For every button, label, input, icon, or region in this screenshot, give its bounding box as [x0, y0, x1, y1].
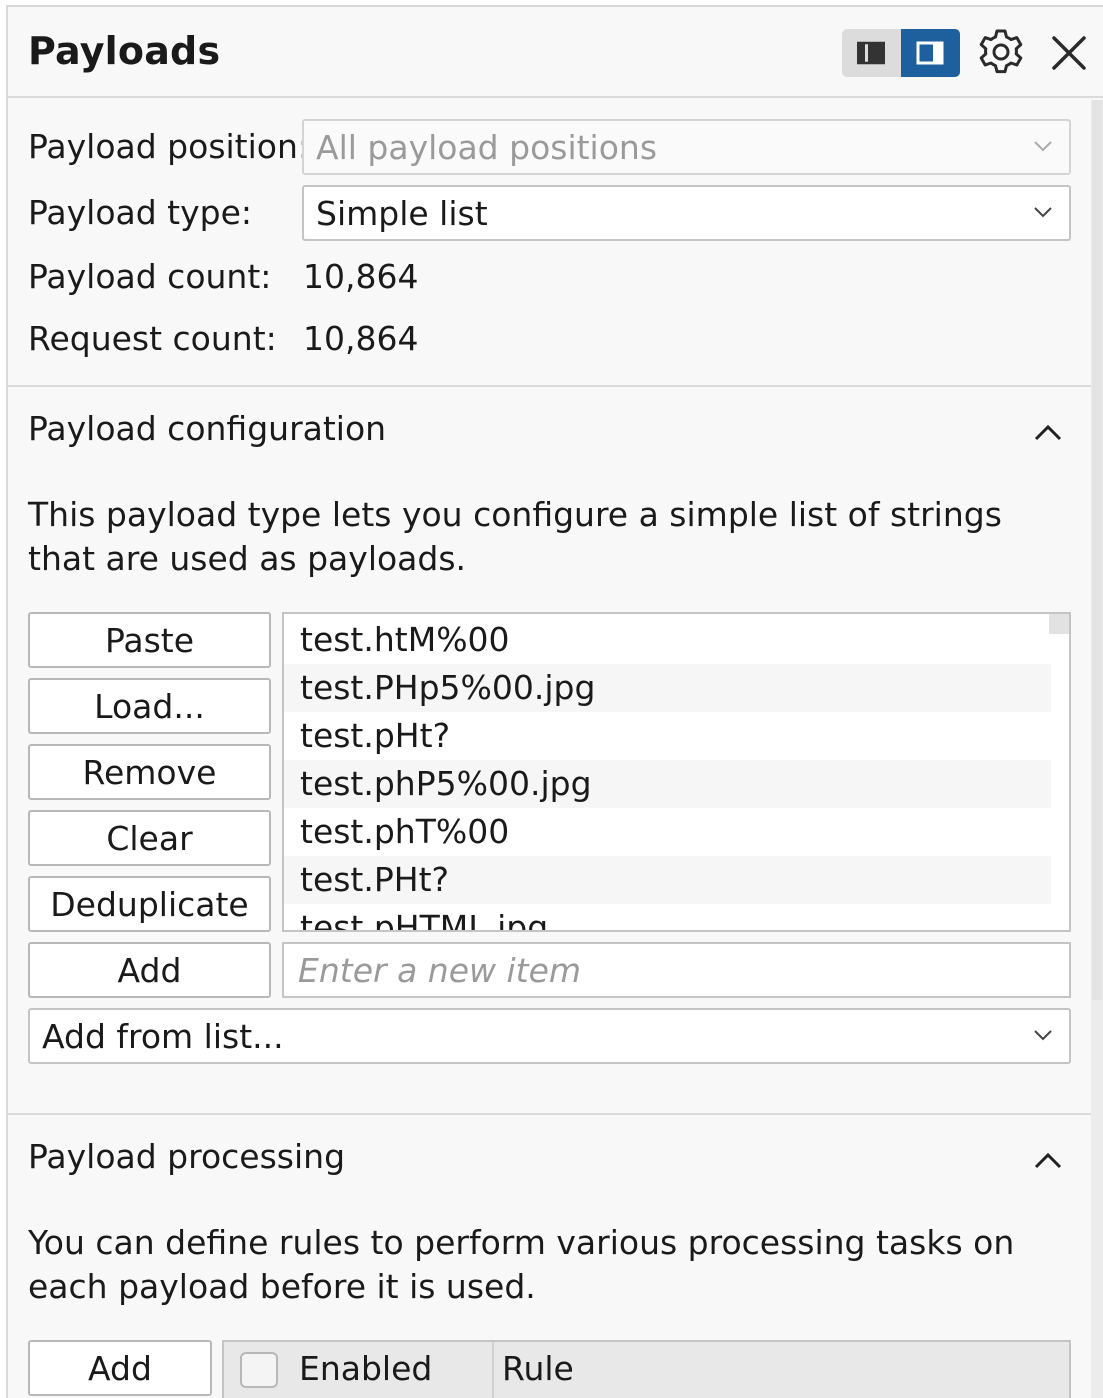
- payload-type-label: Payload type:: [28, 193, 253, 232]
- payload-processing-description: You can define rules to perform various …: [28, 1223, 1015, 1306]
- list-item[interactable]: test.pHTML.jpg: [284, 904, 1051, 930]
- payload-position-select[interactable]: All payload positions: [302, 119, 1071, 175]
- new-item-input[interactable]: [282, 942, 1071, 998]
- chevron-up-icon: [1034, 424, 1062, 441]
- list-item[interactable]: test.phP5%00.jpg: [284, 760, 1051, 808]
- layout-toggle: [842, 29, 960, 77]
- enabled-column-header[interactable]: Enabled: [299, 1349, 432, 1388]
- close-icon: [1052, 36, 1086, 70]
- payload-configuration-description: This payload type lets you configure a s…: [28, 495, 1002, 578]
- chevron-down-icon: [1034, 1030, 1052, 1041]
- clear-button[interactable]: Clear: [28, 810, 271, 866]
- payload-count-value: 10,864: [303, 257, 419, 296]
- payload-processing-title: Payload processing: [28, 1137, 346, 1176]
- payload-type-select[interactable]: Simple list: [302, 185, 1071, 241]
- payload-position-label: Payload position:: [28, 127, 310, 166]
- collapse-configuration-button[interactable]: [1028, 417, 1068, 447]
- column-separator[interactable]: [492, 1342, 494, 1398]
- list-item[interactable]: test.PHp5%00.jpg: [284, 664, 1051, 712]
- deduplicate-button[interactable]: Deduplicate: [28, 876, 271, 932]
- payloads-panel: Payloads Payload position: All payload p…: [6, 5, 1103, 1398]
- sidebar-layout-icon: [857, 41, 885, 65]
- panel-header: Payloads: [8, 7, 1103, 98]
- payload-list[interactable]: test.htM%00 test.PHp5%00.jpg test.pHt? t…: [282, 612, 1071, 932]
- remove-button[interactable]: Remove: [28, 744, 271, 800]
- enabled-checkbox[interactable]: [240, 1352, 278, 1388]
- add-item-button[interactable]: Add: [28, 942, 271, 998]
- list-item[interactable]: test.htM%00: [284, 616, 1051, 664]
- paste-button[interactable]: Paste: [28, 612, 271, 668]
- add-rule-button[interactable]: Add: [28, 1340, 212, 1396]
- gear-icon: [979, 29, 1023, 74]
- chevron-down-icon: [1034, 207, 1052, 218]
- panel-title: Payloads: [28, 29, 221, 73]
- collapse-processing-button[interactable]: [1028, 1145, 1068, 1175]
- list-item[interactable]: test.pHt?: [284, 712, 1051, 760]
- payload-position-value: All payload positions: [316, 128, 658, 167]
- payload-configuration-title: Payload configuration: [28, 409, 387, 448]
- chevron-down-icon: [1034, 141, 1052, 152]
- rule-column-header[interactable]: Rule: [502, 1349, 574, 1388]
- payload-count-label: Payload count:: [28, 257, 272, 296]
- payload-type-value: Simple list: [316, 194, 488, 233]
- panel-layout-button[interactable]: [901, 29, 960, 77]
- request-count-value: 10,864: [303, 319, 419, 358]
- sidebar-layout-button[interactable]: [842, 29, 900, 77]
- list-scrollbar[interactable]: [1049, 614, 1069, 634]
- close-button[interactable]: [1048, 32, 1090, 74]
- section-divider: [8, 385, 1091, 387]
- list-item[interactable]: test.phT%00: [284, 808, 1051, 856]
- request-count-label: Request count:: [28, 319, 277, 358]
- processing-rules-table-header: Enabled Rule: [222, 1340, 1071, 1398]
- add-from-list-value: Add from list...: [42, 1017, 284, 1056]
- add-from-list-select[interactable]: Add from list...: [28, 1008, 1071, 1064]
- scrollbar-thumb[interactable]: [1092, 100, 1102, 1000]
- settings-button[interactable]: [976, 27, 1026, 77]
- section-divider: [8, 1113, 1091, 1115]
- panel-layout-icon: [916, 41, 944, 65]
- load-button[interactable]: Load...: [28, 678, 271, 734]
- chevron-up-icon: [1034, 1152, 1062, 1169]
- list-item[interactable]: test.PHt?: [284, 856, 1051, 904]
